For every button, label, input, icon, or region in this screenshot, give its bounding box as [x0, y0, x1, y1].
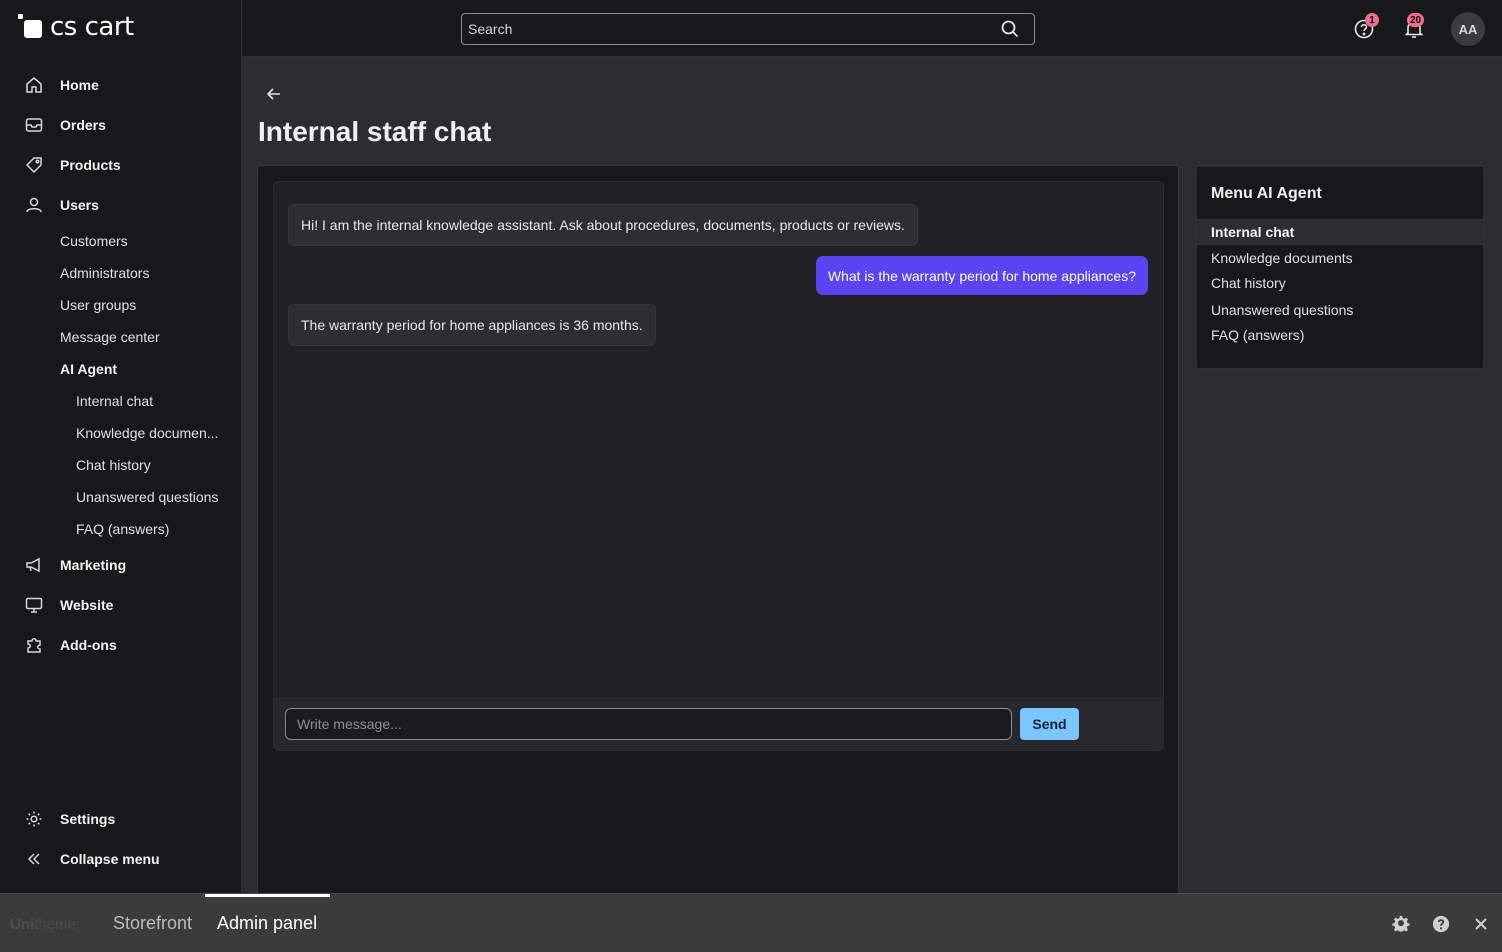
- gear-icon[interactable]: [1391, 914, 1411, 934]
- sidebar-item-add-ons[interactable]: Add-ons: [0, 625, 242, 665]
- inbox-icon: [24, 115, 44, 135]
- sidebar-item-label: Products: [60, 157, 121, 173]
- message-input[interactable]: [285, 708, 1012, 740]
- tag-icon: [24, 155, 44, 175]
- logo-mark-icon: [18, 14, 44, 40]
- sidebar-subitem-administrators[interactable]: Administrators: [60, 257, 149, 289]
- monitor-icon: [24, 595, 44, 615]
- arrow-left-icon: [266, 88, 280, 100]
- sidebar-item-settings[interactable]: Settings: [0, 799, 242, 839]
- sidebar-item-label: Orders: [60, 117, 106, 133]
- sidebar: cs cart Home Orders Products Users Custo…: [0, 0, 242, 893]
- help-button[interactable]: 1: [1352, 13, 1379, 41]
- sidebar-subitem-customers[interactable]: Customers: [60, 225, 128, 257]
- sidebar-item-website[interactable]: Website: [0, 585, 242, 625]
- sidebar-subitem-message-center[interactable]: Message center: [60, 321, 160, 353]
- sidebar-item-marketing[interactable]: Marketing: [0, 545, 242, 585]
- tab-storefront[interactable]: Storefront: [113, 894, 192, 952]
- notifications-button[interactable]: 20: [1402, 13, 1426, 41]
- sidebar-item-orders[interactable]: Orders: [0, 105, 242, 145]
- user-icon: [24, 195, 44, 215]
- help-icon[interactable]: [1431, 914, 1451, 934]
- sidebar-item-label: Add-ons: [60, 637, 117, 653]
- sidebar-subitem-knowledge-documents[interactable]: Knowledge documen...: [76, 417, 218, 449]
- tab-admin-panel[interactable]: Admin panel: [217, 894, 317, 952]
- chat-message-bot: The warranty period for home appliances …: [288, 304, 656, 346]
- avatar[interactable]: AA: [1451, 12, 1485, 46]
- megaphone-icon: [24, 555, 44, 575]
- home-icon: [24, 75, 44, 95]
- send-button[interactable]: Send: [1020, 708, 1079, 740]
- ai-agent-menu-title: Menu AI Agent: [1211, 185, 1322, 202]
- cs-cart-logo[interactable]: cs cart: [18, 12, 134, 42]
- sidebar-subitem-faq[interactable]: FAQ (answers): [76, 513, 169, 545]
- sidebar-item-home[interactable]: Home: [0, 65, 242, 105]
- menu-item-internal-chat[interactable]: Internal chat: [1197, 219, 1483, 245]
- sidebar-item-users[interactable]: Users: [0, 185, 242, 225]
- collapse-menu-button[interactable]: Collapse menu: [0, 839, 242, 879]
- sidebar-item-label: Collapse menu: [60, 851, 160, 867]
- unitheme-bottom-bar: Unitheme Storefront Admin panel: [0, 893, 1502, 952]
- menu-item-knowledge-documents[interactable]: Knowledge documents: [1197, 245, 1483, 271]
- sidebar-item-label: Home: [60, 77, 99, 93]
- page-title: Internal staff chat: [258, 116, 492, 147]
- search-icon[interactable]: [1000, 19, 1020, 42]
- sidebar-subitem-ai-agent[interactable]: AI Agent: [60, 353, 117, 385]
- double-chevron-left-icon: [24, 849, 44, 869]
- unitheme-logo: Unitheme: [10, 916, 76, 933]
- menu-item-faq[interactable]: FAQ (answers): [1197, 322, 1483, 348]
- sidebar-subitem-chat-history[interactable]: Chat history: [76, 449, 151, 481]
- menu-item-unanswered-questions[interactable]: Unanswered questions: [1197, 297, 1483, 323]
- sidebar-item-products[interactable]: Products: [0, 145, 242, 185]
- sidebar-item-label: Marketing: [60, 557, 127, 573]
- ai-agent-menu: Menu AI Agent Internal chat Knowledge do…: [1196, 166, 1484, 369]
- topbar: 1 20 AA: [242, 0, 1502, 57]
- notifications-badge: 20: [1407, 13, 1425, 27]
- sidebar-item-label: Settings: [60, 811, 116, 827]
- sidebar-subitem-user-groups[interactable]: User groups: [60, 289, 136, 321]
- back-button[interactable]: [264, 84, 284, 104]
- sidebar-subitem-unanswered-questions[interactable]: Unanswered questions: [76, 481, 218, 513]
- puzzle-icon: [24, 635, 44, 655]
- unitheme-logo-bold: Uni: [10, 916, 35, 933]
- search-box: [461, 13, 1035, 45]
- sidebar-subitem-internal-chat[interactable]: Internal chat: [76, 385, 153, 417]
- help-badge: 1: [1365, 13, 1379, 27]
- logo-text: cs cart: [50, 12, 134, 42]
- chat-message-bot: Hi! I am the internal knowledge assistan…: [288, 204, 918, 246]
- unitheme-logo-rest: theme: [34, 916, 76, 933]
- chat-message-user: What is the warranty period for home app…: [815, 256, 1148, 295]
- sidebar-item-label: Users: [60, 197, 99, 213]
- sidebar-item-label: Website: [60, 597, 114, 613]
- gear-icon: [24, 809, 44, 829]
- menu-item-chat-history[interactable]: Chat history: [1197, 270, 1483, 296]
- close-icon[interactable]: [1471, 914, 1491, 934]
- search-input[interactable]: [468, 21, 988, 37]
